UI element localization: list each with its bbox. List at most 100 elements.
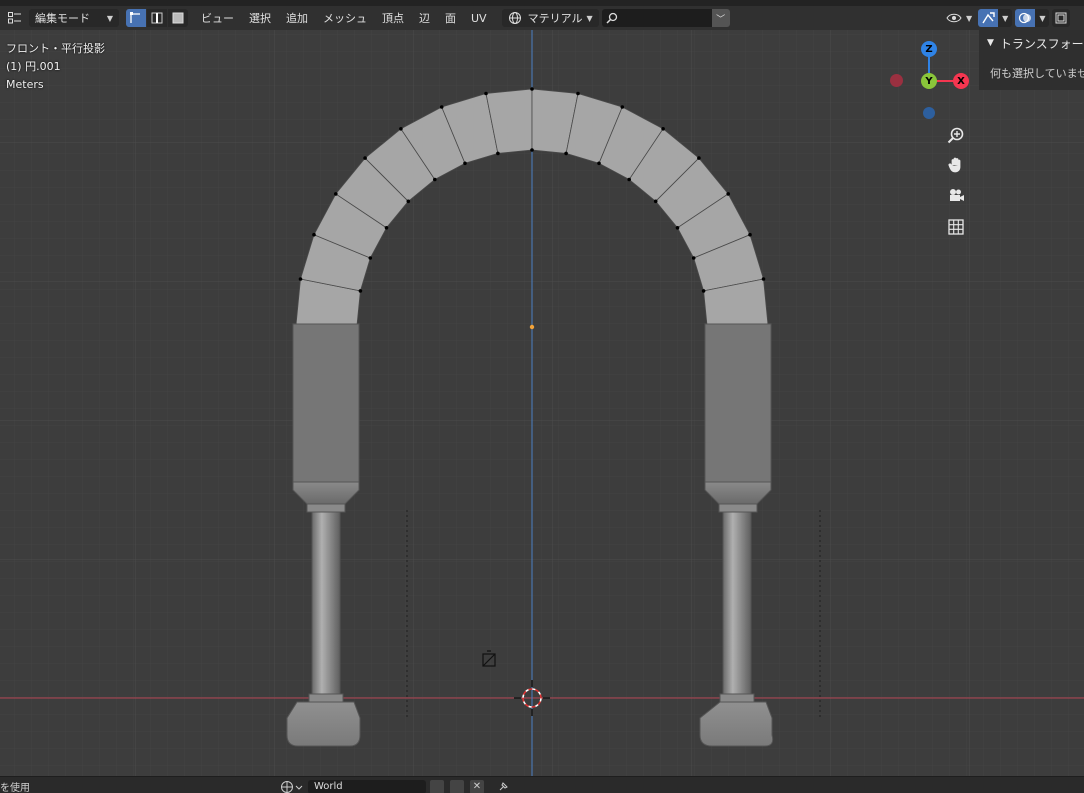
mesh-vertex[interactable] xyxy=(653,199,658,204)
gizmo-y-axis[interactable]: Y xyxy=(921,73,937,89)
pan-button[interactable] xyxy=(943,152,969,178)
mesh-vertex[interactable] xyxy=(368,256,373,260)
menu-select[interactable]: 選択 xyxy=(243,9,277,27)
gizmo-neg-z-axis[interactable] xyxy=(923,107,935,119)
duplicate-button[interactable] xyxy=(450,780,464,793)
mesh-vertex[interactable] xyxy=(312,232,316,237)
mesh-vertex[interactable] xyxy=(675,226,680,230)
xray-toggle-button[interactable] xyxy=(1052,9,1071,27)
gizmo-z-axis[interactable]: Z xyxy=(921,41,937,57)
menu-edge[interactable]: 辺 xyxy=(413,9,436,27)
transform-panel-title: トランスフォーム xyxy=(999,36,1084,51)
world-name-field[interactable]: World xyxy=(308,780,426,793)
mesh-vertex[interactable] xyxy=(399,127,403,131)
mesh-vertex[interactable] xyxy=(761,277,766,281)
mesh-vertex[interactable] xyxy=(439,105,444,109)
mesh-vertex[interactable] xyxy=(701,289,706,293)
mesh-vertex[interactable] xyxy=(484,91,488,96)
vertex-select-button[interactable] xyxy=(126,9,146,27)
units-label: Meters xyxy=(6,78,44,91)
pin-icon xyxy=(499,782,508,791)
left-pillar-block[interactable] xyxy=(292,323,360,483)
mesh-vertex[interactable] xyxy=(496,151,500,156)
face-select-button[interactable] xyxy=(168,9,188,27)
mesh-vertex[interactable] xyxy=(530,87,534,91)
3d-viewport[interactable]: フロント・平行投影 (1) 円.001 Meters Z Y X ▼ トランスフ… xyxy=(0,30,1084,776)
editor-type-button[interactable] xyxy=(4,9,26,27)
sidebar-panel: ▼ トランスフォーム 何も選択していません xyxy=(979,30,1084,90)
search-icon xyxy=(606,12,617,24)
overlay-dropdown[interactable]: ▼ xyxy=(1035,9,1050,27)
viewport-overlay-text: フロント・平行投影 (1) 円.001 Meters xyxy=(6,40,105,94)
menu-add[interactable]: 追加 xyxy=(280,9,314,27)
edge-select-button[interactable] xyxy=(147,9,167,27)
mesh-vertex[interactable] xyxy=(697,156,701,160)
perspective-toggle-button[interactable] xyxy=(943,214,969,240)
mesh-vertex[interactable] xyxy=(627,177,631,182)
mesh-vertex[interactable] xyxy=(661,127,665,131)
overlay-toggle-button[interactable] xyxy=(1015,9,1036,27)
mesh-vertex[interactable] xyxy=(334,192,338,196)
pin-button[interactable] xyxy=(496,780,510,793)
chevron-down-icon: ▼ xyxy=(966,13,973,23)
mesh-vertex[interactable] xyxy=(298,277,303,281)
zoom-button[interactable] xyxy=(943,122,969,148)
editor-type-icon xyxy=(8,12,21,24)
search-input[interactable] xyxy=(601,9,712,27)
mesh-vertex[interactable] xyxy=(363,156,367,160)
gizmo-dropdown[interactable]: ▼ xyxy=(998,9,1013,27)
mesh-vertex[interactable] xyxy=(433,177,437,182)
shading-label: マテリアル xyxy=(527,12,583,25)
triangle-down-icon: ▼ xyxy=(987,38,994,48)
camera-view-button[interactable] xyxy=(943,183,969,209)
grid-icon xyxy=(948,219,964,235)
left-pillar-shaft[interactable] xyxy=(311,511,341,699)
right-pillar-shaft[interactable] xyxy=(722,511,752,699)
chevron-down-icon: ▼ xyxy=(106,13,113,23)
left-pillar-ring xyxy=(308,693,344,703)
mesh-vertex[interactable] xyxy=(748,232,752,237)
visibility-dropdown[interactable]: ▼ xyxy=(943,9,975,27)
mesh-vertex[interactable] xyxy=(530,148,534,152)
gizmo-x-axis[interactable]: X xyxy=(953,73,969,89)
menu-uv[interactable]: UV xyxy=(465,9,493,27)
transform-panel-header[interactable]: ▼ トランスフォーム xyxy=(979,30,1084,56)
mesh-vertex[interactable] xyxy=(384,226,389,230)
viewport-scene[interactable] xyxy=(0,30,1084,776)
camera-icon xyxy=(950,189,964,201)
search-dropdown-button[interactable]: ﹀ xyxy=(711,9,730,27)
mode-dropdown[interactable]: 編集モード ▼ xyxy=(29,9,119,27)
right-pillar-block[interactable] xyxy=(704,323,772,483)
mesh-vertex[interactable] xyxy=(691,256,696,260)
mode-label: 編集モード xyxy=(35,12,90,25)
menu-vertex[interactable]: 頂点 xyxy=(376,9,410,27)
mesh-vertex[interactable] xyxy=(620,105,625,109)
mesh-vertex[interactable] xyxy=(463,161,467,166)
menu-view[interactable]: ビュー xyxy=(195,9,240,27)
mesh-vertex[interactable] xyxy=(576,91,580,96)
unlink-button[interactable]: ✕ xyxy=(470,780,484,793)
edge-select-icon xyxy=(151,12,163,24)
bottom-left-label: を使用 xyxy=(0,783,30,793)
right-pillar-ring xyxy=(719,693,755,703)
chevron-down-icon: ▼ xyxy=(586,13,593,23)
xray-icon xyxy=(1055,12,1067,24)
eye-icon xyxy=(946,13,962,23)
left-pillar-base[interactable] xyxy=(286,701,361,747)
fake-user-button[interactable] xyxy=(430,780,444,793)
object-origin-dot xyxy=(529,324,535,330)
world-icon[interactable] xyxy=(280,780,304,793)
right-pillar-collar xyxy=(718,503,758,513)
menu-mesh[interactable]: メッシュ xyxy=(317,9,373,27)
mesh-vertex[interactable] xyxy=(726,192,730,196)
mesh-vertex[interactable] xyxy=(406,199,411,204)
menu-face[interactable]: 面 xyxy=(439,9,462,27)
mesh-vertex[interactable] xyxy=(597,161,601,166)
mesh-vertex[interactable] xyxy=(358,289,363,293)
overlay-icon xyxy=(1019,12,1032,24)
gizmo-toggle-button[interactable] xyxy=(978,9,999,27)
shading-dropdown[interactable]: マテリアル ▼ xyxy=(501,9,599,27)
view-name-label: フロント・平行投影 xyxy=(6,42,105,55)
mesh-vertex[interactable] xyxy=(564,151,568,156)
gizmo-neg-x-axis[interactable] xyxy=(890,74,903,87)
